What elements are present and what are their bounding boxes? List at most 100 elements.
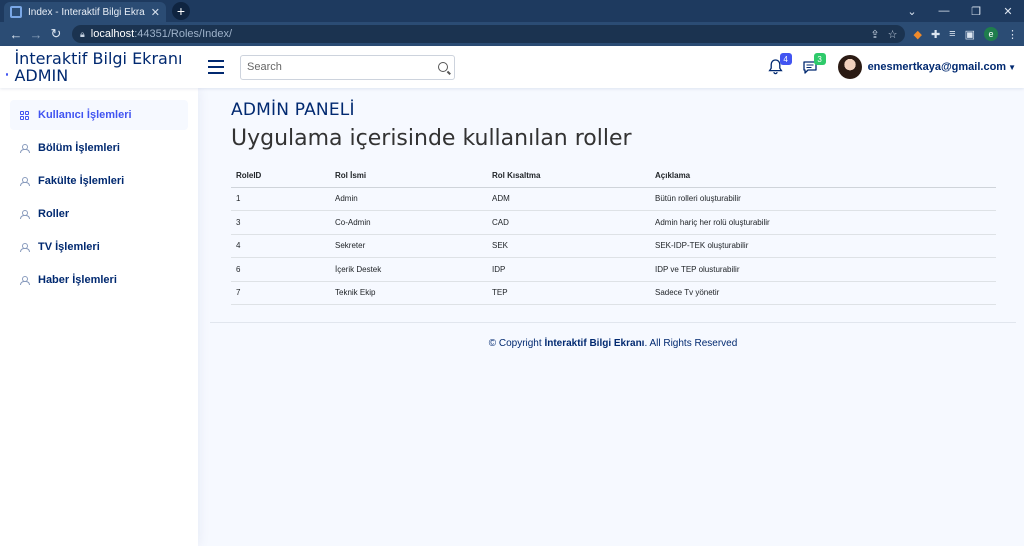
- forward-icon[interactable]: →: [26, 27, 46, 42]
- messages-badge: 3: [813, 53, 826, 65]
- brand-logo[interactable]: İnteraktif Bilgi Ekranı ADMIN: [0, 50, 200, 84]
- sidebar-item-label: Kullanıcı İşlemleri: [38, 109, 132, 121]
- table-cell: 1: [231, 187, 330, 211]
- sidebar-item-label: Fakülte İşlemleri: [38, 175, 125, 187]
- metamask-extension-icon[interactable]: ◆: [913, 28, 921, 41]
- table-row: 3 Co-Admin CAD Admin hariç her rolü oluş…: [231, 210, 996, 235]
- person-icon: [20, 275, 30, 285]
- table-cell: IDP ve TEP olusturabilir: [650, 257, 996, 282]
- logo-dot-icon: [6, 72, 9, 76]
- url-path: :44351/Roles/Index/: [134, 28, 233, 40]
- user-email: enesmertkaya@gmail.com: [867, 61, 1007, 73]
- search-icon[interactable]: [438, 62, 448, 72]
- tab-close-icon[interactable]: ✕: [151, 6, 160, 19]
- column-header-rol-ismi: Rol İsmi: [330, 165, 487, 188]
- extensions-area: ◆ ✚ ≡ ▣ e ⋮: [913, 27, 1018, 41]
- browser-tab[interactable]: Index - İnteraktif Bilgi Ekranı Admi ✕: [4, 2, 166, 22]
- footer: © Copyright İnteraktif Bilgi Ekranı. All…: [210, 322, 1016, 349]
- window-controls: ⌄ — ❐ ✕: [896, 0, 1024, 22]
- table-cell: ADM: [487, 187, 650, 211]
- share-icon[interactable]: ⇪: [870, 28, 879, 41]
- search-bar: [240, 54, 455, 80]
- sidebar-item-roller[interactable]: Roller: [10, 199, 188, 229]
- reload-icon[interactable]: ↻: [46, 26, 66, 42]
- table-cell: IDP: [487, 257, 650, 282]
- sidebar-item-label: TV İşlemleri: [38, 241, 100, 253]
- close-window-button[interactable]: ✕: [992, 5, 1024, 18]
- main-content: ADMİN PANELİ Uygulama içerisinde kullanı…: [210, 88, 1016, 305]
- table-cell: Admin hariç her rolü oluşturabilir: [650, 210, 996, 235]
- table-cell: 4: [231, 234, 330, 258]
- roles-table: RoleID Rol İsmi Rol Kısaltma Açıklama 1 …: [231, 165, 996, 305]
- sidebar-item-tv-islemleri[interactable]: TV İşlemleri: [10, 232, 188, 262]
- sidebar-nav: Kullanıcı İşlemleri Bölüm İşlemleri Fakü…: [0, 88, 198, 546]
- sidebar-item-label: Roller: [38, 208, 70, 220]
- sidebar-item-haber-islemleri[interactable]: Haber İşlemleri: [10, 265, 188, 295]
- column-header-roleid: RoleID: [231, 165, 330, 188]
- table-cell: 3: [231, 210, 330, 235]
- bookmark-star-icon[interactable]: ☆: [888, 28, 898, 41]
- person-icon: [20, 176, 30, 186]
- table-cell: SEK: [487, 234, 650, 258]
- url-host: localhost: [90, 28, 135, 40]
- column-header-aciklama: Açıklama: [650, 165, 996, 188]
- table-cell: Bütün rolleri oluşturabilir: [650, 187, 996, 211]
- table-cell: Sadece Tv yönetir: [650, 281, 996, 305]
- notifications-bell-icon[interactable]: 4: [766, 53, 792, 77]
- table-cell: 7: [231, 281, 330, 305]
- table-row: 1 Admin ADM Bütün rolleri oluşturabilir: [231, 187, 996, 211]
- profile-avatar-icon[interactable]: e: [984, 27, 998, 41]
- footer-copyright-suffix: . All Rights Reserved: [644, 338, 738, 349]
- address-bar[interactable]: 🔒︎ localhost :44351/Roles/Index/ ⇪ ☆: [72, 25, 906, 43]
- browser-tab-bar: Index - İnteraktif Bilgi Ekranı Admi ✕ +…: [0, 0, 1024, 22]
- site-favicon-icon: [10, 6, 22, 18]
- notifications-badge: 4: [779, 53, 792, 65]
- browser-toolbar: ← → ↻ 🔒︎ localhost :44351/Roles/Index/ ⇪…: [0, 22, 1024, 46]
- footer-brand: İnteraktif Bilgi Ekranı: [544, 338, 645, 349]
- column-header-rol-kisaltma: Rol Kısaltma: [487, 165, 650, 188]
- table-cell: Teknik Ekip: [330, 281, 487, 305]
- search-input[interactable]: [247, 61, 438, 73]
- person-icon: [20, 242, 30, 252]
- page-title: ADMİN PANELİ: [231, 100, 355, 120]
- sidebar-item-bolum-islemleri[interactable]: Bölüm İşlemleri: [10, 133, 188, 163]
- table-row: 7 Teknik Ekip TEP Sadece Tv yönetir: [231, 281, 996, 305]
- grid-icon: [20, 110, 29, 120]
- tab-title: Index - İnteraktif Bilgi Ekranı Admi: [28, 6, 145, 18]
- table-cell: Admin: [330, 187, 487, 211]
- side-panel-icon[interactable]: ▣: [965, 28, 975, 41]
- messages-chat-icon[interactable]: 3: [800, 53, 826, 77]
- table-cell: SEK-IDP-TEK oluşturabilir: [650, 234, 996, 258]
- sidebar-item-kullanici-islemleri[interactable]: Kullanıcı İşlemleri: [10, 100, 188, 130]
- table-header-row: RoleID Rol İsmi Rol Kısaltma Açıklama: [231, 165, 996, 188]
- person-icon: [20, 143, 30, 153]
- table-cell: CAD: [487, 210, 650, 235]
- table-cell: Sekreter: [330, 234, 487, 258]
- table-row: 4 Sekreter SEK SEK-IDP-TEK oluşturabilir: [231, 234, 996, 258]
- new-tab-button[interactable]: +: [172, 2, 190, 20]
- brand-title: İnteraktif Bilgi Ekranı ADMIN: [14, 49, 183, 85]
- sidebar-item-fakulte-islemleri[interactable]: Fakülte İşlemleri: [10, 166, 188, 196]
- footer-copyright-prefix: © Copyright: [488, 338, 545, 349]
- restore-button[interactable]: ❐: [960, 5, 992, 18]
- lock-icon[interactable]: 🔒︎: [80, 29, 85, 40]
- tab-search-icon[interactable]: ⌄: [896, 5, 928, 18]
- user-avatar[interactable]: [837, 55, 862, 79]
- sidebar-toggle-icon[interactable]: [208, 60, 224, 74]
- person-icon: [20, 209, 30, 219]
- table-cell: TEP: [487, 281, 650, 305]
- app-header: İnteraktif Bilgi Ekranı ADMIN 4 3 enesme…: [0, 46, 1024, 88]
- reading-list-icon[interactable]: ≡: [949, 28, 955, 40]
- table-cell: 6: [231, 257, 330, 282]
- chevron-down-icon: ▼: [1008, 63, 1016, 72]
- minimize-button[interactable]: —: [928, 5, 960, 17]
- section-heading: Uygulama içerisinde kullanılan roller: [231, 126, 632, 151]
- extensions-puzzle-icon[interactable]: ✚: [931, 28, 940, 41]
- table-cell: Co-Admin: [330, 210, 487, 235]
- table-row: 6 İçerik Destek IDP IDP ve TEP olusturab…: [231, 257, 996, 282]
- back-icon[interactable]: ←: [6, 27, 26, 42]
- browser-menu-icon[interactable]: ⋮: [1007, 28, 1018, 41]
- sidebar-item-label: Bölüm İşlemleri: [38, 142, 120, 154]
- sidebar-item-label: Haber İşlemleri: [38, 274, 117, 286]
- user-menu[interactable]: enesmertkaya@gmail.com ▼: [868, 61, 1016, 73]
